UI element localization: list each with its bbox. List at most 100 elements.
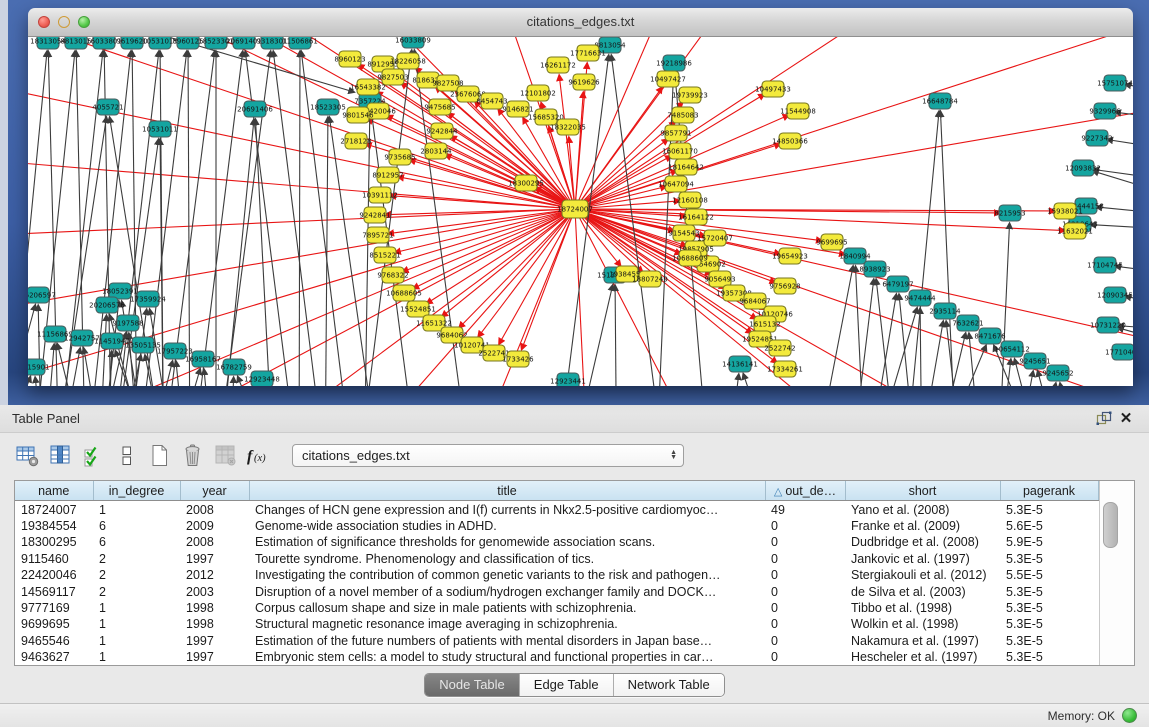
new-table-icon[interactable] [144,439,174,471]
row-height-icon[interactable] [111,439,141,471]
network-node[interactable]: 9227343 [1081,130,1112,146]
show-column-icon[interactable] [45,439,75,471]
network-node[interactable]: 16782759 [216,359,252,375]
network-node[interactable]: 12101802 [520,85,556,101]
network-node[interactable]: 15751074 [1097,75,1133,91]
network-canvas[interactable]: 1831305488130151603380196196201053101589… [28,37,1133,386]
table-selector-dropdown[interactable]: citations_edges.txt ▲▼ [292,444,684,467]
network-node[interactable]: 10531011 [142,121,178,137]
minimize-window-button[interactable] [58,16,70,28]
network-node[interactable]: 9197588 [112,315,143,331]
network-node[interactable]: 1615132 [749,316,780,332]
network-node[interactable]: 9735685 [384,149,415,165]
network-node[interactable]: 9474444 [904,290,936,306]
network-node[interactable]: 9857791 [660,125,691,141]
network-node[interactable]: 10497433 [755,81,791,97]
network-node[interactable]: 9245651 [1019,353,1050,369]
close-window-button[interactable] [38,16,50,28]
network-node[interactable]: 9619626 [568,74,600,90]
scrollbar-thumb[interactable] [1103,502,1118,548]
column-header-out-de-[interactable]: △out_de… [765,481,845,501]
table-row[interactable]: 1872400712008Changes of HCN gene express… [15,501,1098,518]
column-header-pagerank[interactable]: pagerank [1000,481,1098,501]
cell-in-degree: 1 [93,649,180,665]
table-row[interactable]: 946554611997Estimation of the future num… [15,632,1098,648]
table-row[interactable]: 1456911722003Disruption of a novel membe… [15,583,1098,599]
network-node[interactable]: 17334261 [767,361,803,377]
import-table-icon[interactable] [210,439,240,471]
network-node[interactable]: 8515221 [369,247,400,263]
table-row[interactable]: 946362711997Embryonic stem cells: a mode… [15,649,1098,665]
network-window-titlebar[interactable]: citations_edges.txt [28,8,1133,37]
table-row[interactable]: 969969511998Structural magnetic resonanc… [15,616,1098,632]
network-node[interactable]: 14136141 [722,356,758,372]
network-node[interactable]: 10497427 [650,71,686,87]
column-header-title[interactable]: title [249,481,765,501]
network-node[interactable]: 18724007 [557,200,593,218]
network-node[interactable]: 12923441 [550,373,586,386]
network-node[interactable]: 17104745 [1087,257,1123,273]
network-node[interactable]: 12090345 [1097,287,1133,303]
table-settings-icon[interactable] [12,439,42,471]
tab-network-table[interactable]: Network Table [613,674,724,696]
table-row[interactable]: 2242004622012Investigating the contribut… [15,567,1098,583]
close-panel-icon[interactable]: ✕ [1115,409,1137,429]
network-node[interactable]: 11506861 [282,37,318,49]
network-node[interactable]: 19654923 [772,248,808,264]
network-node[interactable]: 2718128 [340,133,371,149]
network-node[interactable]: 16033809 [395,37,431,48]
table-row[interactable]: 1830029562008Estimation of significance … [15,534,1098,550]
tab-edge-table[interactable]: Edge Table [519,674,613,696]
network-node[interactable]: 8938923 [859,261,890,277]
network-node[interactable]: 8960123 [334,51,365,67]
network-node[interactable]: 8215953 [994,205,1025,221]
select-all-rows-icon[interactable] [78,439,108,471]
network-node[interactable]: 9699695 [816,234,847,250]
network-node[interactable]: 8471676 [974,328,1006,344]
network-node[interactable]: 12093832 [1065,160,1101,176]
network-node[interactable]: 10731220 [1090,317,1126,333]
network-node[interactable]: 4055721 [92,99,123,115]
tab-node-table[interactable]: Node Table [425,674,519,696]
network-node[interactable]: 16648784 [922,93,958,109]
network-node[interactable]: 9768322 [377,267,408,283]
column-header-year[interactable]: year [180,481,249,501]
network-node[interactable]: 3915901 [28,359,50,375]
network-node[interactable]: 8912957 [372,167,403,183]
column-header-short[interactable]: short [845,481,1000,501]
network-node[interactable]: 2522742 [764,340,795,356]
network-node[interactable]: 19218986 [656,55,692,71]
network-node[interactable]: 16261172 [540,57,576,73]
network-node[interactable]: 7895721 [362,227,393,243]
table-row[interactable]: 1938455462009Genome-wide association stu… [15,517,1098,533]
network-node[interactable]: 16061170 [662,143,698,159]
network-node[interactable]: 7485083 [667,107,698,123]
network-node[interactable]: 9245652 [1042,365,1073,381]
network-node[interactable]: 18523305 [310,99,346,115]
network-node[interactable]: 20691406 [237,101,273,117]
vertical-scrollbar[interactable] [1099,481,1135,665]
network-node[interactable]: 9475685 [424,99,455,115]
delete-table-icon[interactable] [177,439,207,471]
svg-text:1733426: 1733426 [502,356,534,364]
network-node[interactable]: 9242841 [359,207,390,223]
network-node[interactable]: 12923448 [244,371,280,386]
network-node[interactable]: 9154543 [668,225,699,241]
function-builder-icon[interactable]: f (x) [243,439,273,471]
column-header-in-degree[interactable]: in_degree [93,481,180,501]
network-node[interactable]: 9756928 [769,278,800,294]
table-row[interactable]: 977716911998Corpus callosum shape and si… [15,599,1098,615]
network-node[interactable]: 26206597 [28,287,56,303]
network-node[interactable]: 12160108 [672,192,708,208]
zoom-window-button[interactable] [78,16,90,28]
network-node[interactable]: 7632621 [952,315,983,331]
network-node[interactable]: 1733426 [502,351,534,367]
table-row[interactable]: 911546021997Tourette syndrome. Phenomeno… [15,550,1098,566]
column-header-name[interactable]: name [15,481,93,501]
network-node[interactable]: 6479197 [882,276,913,292]
network-node[interactable]: 9242844 [426,123,458,139]
float-panel-icon[interactable] [1093,409,1115,429]
network-node[interactable]: 2935114 [929,303,961,319]
network-node[interactable]: 17710406 [1105,344,1133,360]
network-node[interactable]: 18164642 [668,159,704,175]
